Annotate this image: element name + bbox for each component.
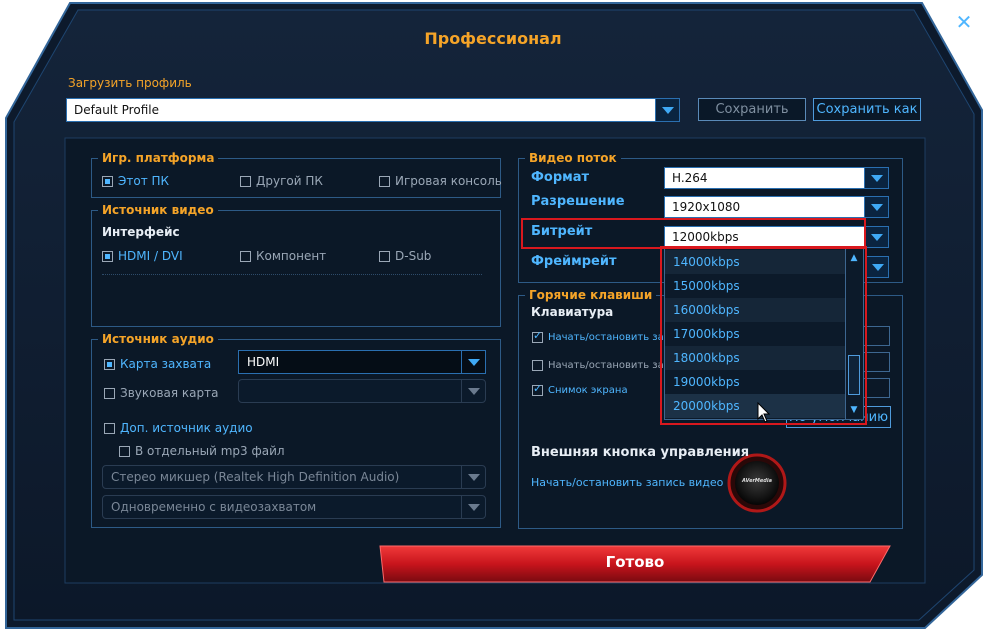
hotkey-item-screenshot[interactable]: Снимок экрана [532, 382, 628, 396]
checkbox[interactable] [104, 422, 115, 434]
external-button-label: Внешняя кнопка управления [531, 445, 750, 460]
profile-select-value: Default Profile [74, 103, 159, 117]
mode-select-value: Одновременно с видеозахватом [111, 500, 317, 514]
checkbox[interactable] [102, 250, 113, 262]
checkbox[interactable] [240, 250, 251, 262]
chevron-down-icon[interactable] [461, 380, 485, 402]
video-source-group-title: Источник видео [98, 203, 218, 217]
profile-select[interactable]: Default Profile [66, 98, 680, 122]
extra-audio-label: Доп. источник аудио [120, 421, 253, 435]
video-option-label: D-Sub [395, 249, 432, 263]
checkbox[interactable] [532, 382, 543, 396]
extra-audio-option[interactable]: Доп. источник аудио [104, 421, 253, 435]
mode-select[interactable]: Одновременно с видеозахватом [102, 495, 486, 519]
video-option-label: HDMI / DVI [118, 249, 183, 263]
capture-card-select-value: HDMI [247, 355, 280, 369]
checkbox[interactable] [240, 175, 251, 187]
close-icon[interactable]: ✕ [954, 11, 974, 33]
checkbox[interactable] [119, 445, 130, 457]
interface-label: Интерфейс [102, 225, 180, 239]
sound-card-label: Звуковая карта [120, 386, 219, 400]
capture-card-select[interactable]: HDMI [238, 350, 486, 374]
done-button[interactable]: Готово [380, 547, 890, 577]
platform-option-this-pc[interactable]: Этот ПК [102, 174, 169, 188]
audio-sound-card-option[interactable]: Звуковая карта [104, 386, 218, 400]
external-control-button[interactable] [729, 455, 785, 511]
mixer-select[interactable]: Стерео микшер (Realtek High Definition A… [102, 465, 486, 489]
platform-option-label: Этот ПК [118, 174, 170, 188]
hotkey-item-record-2[interactable]: Начать/остановить запи [532, 360, 677, 371]
hotkey-item-record[interactable]: Начать/остановить запи [532, 329, 677, 343]
save-button[interactable]: Сохранить [698, 98, 806, 121]
chevron-down-icon[interactable] [461, 351, 485, 373]
chevron-down-icon[interactable] [866, 257, 888, 277]
video-option-label: Компонент [256, 249, 327, 263]
platform-option-label: Игровая консоль [395, 174, 502, 188]
checkbox[interactable] [532, 329, 543, 343]
chevron-down-icon[interactable] [655, 99, 679, 121]
chevron-down-icon[interactable] [461, 496, 485, 518]
resolution-label: Разрешение [531, 194, 625, 209]
video-stream-group-title: Видео поток [525, 151, 621, 165]
chevron-down-icon[interactable] [461, 466, 485, 488]
format-select-value: H.264 [672, 171, 708, 185]
chevron-down-icon[interactable] [864, 168, 888, 188]
video-option-dsub[interactable]: D-Sub [379, 249, 431, 263]
format-label: Формат [531, 170, 590, 185]
checkbox[interactable] [379, 175, 390, 187]
capture-card-label: Карта захвата [120, 357, 212, 371]
hotkey-item-label: Начать/остановить запи [548, 360, 677, 371]
mp3-option[interactable]: В отдельный mp3 файл [119, 444, 285, 458]
platform-option-label: Другой ПК [256, 174, 323, 188]
mixer-select-value: Стерео микшер (Realtek High Definition A… [111, 470, 400, 484]
framerate-select[interactable] [866, 256, 889, 278]
mp3-label: В отдельный mp3 файл [135, 444, 285, 458]
hotkey-item-label: Начать/остановить запи [548, 332, 677, 343]
checkbox[interactable] [532, 360, 543, 371]
video-option-component[interactable]: Компонент [240, 249, 326, 263]
checkbox[interactable] [102, 175, 113, 187]
resolution-select-value: 1920x1080 [672, 200, 741, 214]
platform-option-console[interactable]: Игровая консоль [379, 174, 502, 188]
mouse-cursor-icon [757, 402, 771, 423]
save-as-button[interactable]: Сохранить как [813, 98, 921, 121]
video-option-hdmi[interactable]: HDMI / DVI [102, 249, 183, 263]
framerate-label: Фреймрейт [531, 254, 617, 269]
hotkey-item-label: Снимок экрана [548, 385, 628, 396]
checkbox[interactable] [104, 387, 115, 399]
chevron-down-icon[interactable] [864, 197, 888, 217]
load-profile-label: Загрузить профиль [68, 76, 192, 90]
chevron-down-icon[interactable] [864, 227, 888, 247]
platform-group-title: Игр. платформа [98, 151, 219, 165]
hotkeys-group-title: Горячие клавиши [525, 288, 657, 302]
external-action-label: Начать/остановить запись видео [531, 476, 724, 489]
dropdown-highlight [660, 246, 867, 425]
checkbox[interactable] [104, 358, 115, 370]
divider [102, 274, 482, 275]
platform-option-other-pc[interactable]: Другой ПК [240, 174, 323, 188]
checkbox[interactable] [379, 250, 390, 262]
resolution-select[interactable]: 1920x1080 [664, 196, 889, 218]
keyboard-label: Клавиатура [531, 305, 614, 319]
bitrate-highlight [521, 218, 866, 249]
window-title: Профессионал [424, 29, 562, 48]
format-select[interactable]: H.264 [664, 167, 889, 189]
audio-capture-card-option[interactable]: Карта захвата [104, 357, 211, 371]
sound-card-select[interactable] [238, 379, 486, 403]
audio-source-group-title: Источник аудио [98, 332, 218, 346]
